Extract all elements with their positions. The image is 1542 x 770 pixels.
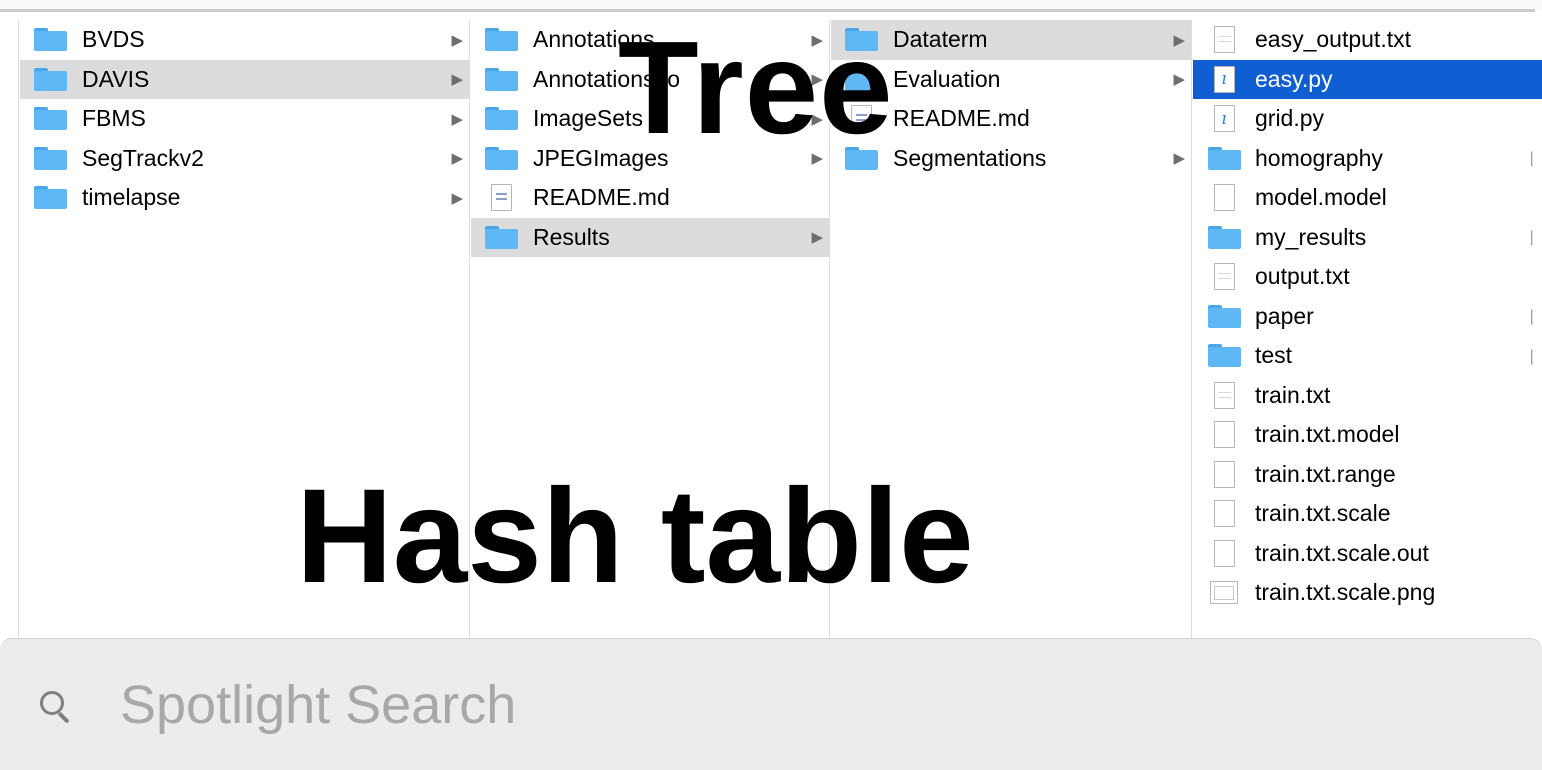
python-file-icon: ı [1207, 105, 1241, 133]
file-name-label: Results [533, 223, 610, 250]
folder-marker-icon: ❘ [1525, 150, 1538, 168]
folder-icon [1207, 302, 1241, 330]
file-row[interactable]: paper ❘ [1193, 297, 1542, 337]
disclosure-arrow-icon: ▶ [1173, 31, 1185, 49]
file-name-label: SegTrackv2 [82, 144, 204, 171]
file-name-label: Segmentations [893, 144, 1047, 171]
disclosure-arrow-icon: ▶ [1173, 150, 1185, 168]
file-name-label: my_results [1255, 223, 1367, 250]
text-file-icon [1207, 381, 1241, 409]
folder-icon [484, 223, 518, 251]
folder-icon [33, 144, 67, 172]
file-name-label: BVDS [82, 26, 145, 53]
file-row[interactable]: homography ❘ [1193, 139, 1542, 179]
folder-icon [484, 105, 518, 133]
file-row[interactable]: model.model [1193, 178, 1542, 218]
file-row[interactable]: train.txt.scale.out [1193, 534, 1542, 574]
image-file-icon [1207, 579, 1241, 607]
folder-icon [484, 26, 518, 54]
folder-icon [33, 65, 67, 93]
file-name-label: train.txt.model [1255, 421, 1400, 448]
file-name-label: train.txt.scale [1255, 500, 1391, 527]
file-row[interactable]: easy_output.txt [1193, 20, 1542, 60]
disclosure-arrow-icon: ▶ [451, 110, 463, 128]
file-row[interactable]: output.txt [1193, 257, 1542, 297]
file-row[interactable]: ı grid.py [1193, 99, 1542, 139]
blank-file-icon [1207, 539, 1241, 567]
file-name-label: easy_output.txt [1255, 26, 1411, 53]
file-row[interactable]: BVDS ▶ [20, 20, 469, 60]
disclosure-arrow-icon: ▶ [451, 71, 463, 89]
file-row[interactable]: DAVIS ▶ [20, 59, 469, 99]
file-name-label: easy.py [1255, 65, 1333, 92]
file-row[interactable]: Results ▶ [471, 217, 829, 257]
file-row[interactable]: train.txt [1193, 376, 1542, 416]
python-file-icon: ı [1207, 65, 1241, 93]
folder-icon [33, 26, 67, 54]
disclosure-arrow-icon: ▶ [811, 229, 823, 247]
blank-file-icon [1207, 184, 1241, 212]
folder-icon [484, 144, 518, 172]
folder-icon [1207, 223, 1241, 251]
file-name-label: output.txt [1255, 263, 1350, 290]
folder-icon [1207, 342, 1241, 370]
disclosure-arrow-icon: ▶ [1173, 71, 1185, 89]
file-name-label: README.md [533, 184, 670, 211]
file-name-label: model.model [1255, 184, 1387, 211]
file-name-label: paper [1255, 302, 1314, 329]
disclosure-arrow-icon: ▶ [451, 31, 463, 49]
disclosure-arrow-icon: ▶ [451, 150, 463, 168]
file-row[interactable]: README.md [471, 178, 829, 218]
file-name-label: grid.py [1255, 105, 1325, 132]
folder-icon [33, 105, 67, 133]
blank-file-icon [1207, 500, 1241, 528]
browser-column-4: easy_output.txt ı easy.py ı grid.py homograph… [1193, 20, 1542, 640]
disclosure-arrow-icon: ▶ [451, 189, 463, 207]
file-row[interactable]: timelapse ▶ [20, 178, 469, 218]
file-row[interactable]: SegTrackv2 ▶ [20, 139, 469, 179]
file-name-label: homography [1255, 144, 1383, 171]
spotlight-search-panel [0, 638, 1542, 770]
search-icon [40, 691, 66, 717]
file-name-label: test [1255, 342, 1293, 369]
window-top-border [0, 9, 1535, 12]
overlay-title-tree: Tree [618, 14, 894, 161]
file-name-label: Dataterm [893, 26, 988, 53]
file-row[interactable]: my_results ❘ [1193, 218, 1542, 258]
file-name-label: README.md [893, 105, 1030, 132]
file-row[interactable]: train.txt.scale [1193, 494, 1542, 534]
column-left-edge [18, 20, 19, 640]
file-row[interactable]: train.txt.range [1193, 455, 1542, 495]
file-name-label: train.txt.scale.out [1255, 539, 1429, 566]
folder-marker-icon: ❘ [1525, 347, 1538, 365]
file-name-label: train.txt [1255, 381, 1331, 408]
blank-file-icon [1207, 421, 1241, 449]
file-row[interactable]: ı easy.py [1193, 59, 1542, 99]
blank-file-icon [1207, 460, 1241, 488]
file-name-label: DAVIS [82, 65, 150, 92]
file-row[interactable]: train.txt.scale.png [1193, 573, 1542, 613]
overlay-title-hash-table: Hash table [296, 462, 974, 611]
column-divider[interactable] [1191, 20, 1192, 640]
file-name-label: train.txt.range [1255, 460, 1396, 487]
folder-marker-icon: ❘ [1525, 308, 1538, 326]
text-file-icon [1207, 263, 1241, 291]
folder-icon [484, 65, 518, 93]
text-file-icon [1207, 26, 1241, 54]
markdown-file-icon [484, 184, 518, 212]
file-row[interactable]: test ❘ [1193, 336, 1542, 376]
file-name-label: train.txt.scale.png [1255, 579, 1436, 606]
file-name-label: FBMS [82, 105, 146, 132]
file-row[interactable]: train.txt.model [1193, 415, 1542, 455]
spotlight-search-input[interactable] [118, 669, 1522, 741]
folder-marker-icon: ❘ [1525, 229, 1538, 247]
file-name-label: timelapse [82, 184, 181, 211]
folder-icon [1207, 144, 1241, 172]
file-name-label: Evaluation [893, 65, 1001, 92]
file-row[interactable]: FBMS ▶ [20, 99, 469, 139]
folder-icon [33, 184, 67, 212]
